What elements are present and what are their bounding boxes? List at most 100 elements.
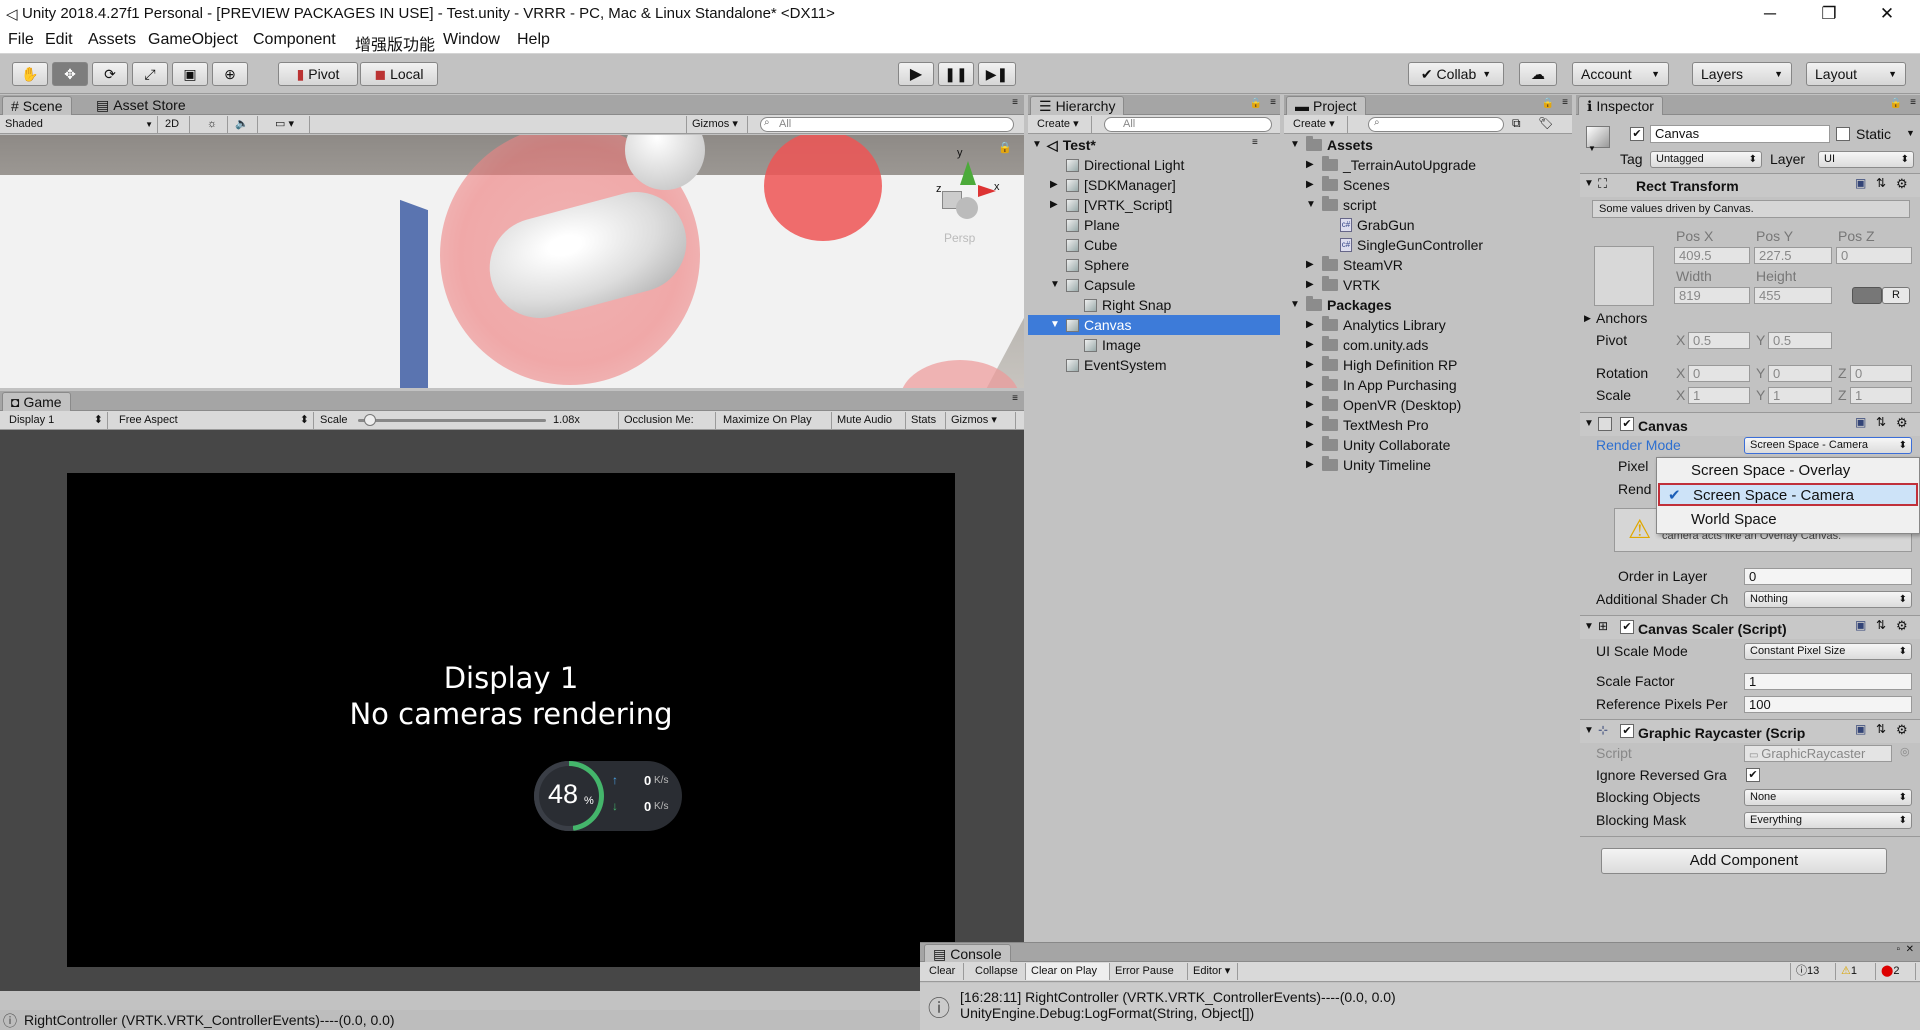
console-collapse-toggle[interactable]: Collapse (970, 963, 1026, 980)
blocking-mask-dropdown[interactable]: Everything (1744, 812, 1912, 829)
expand-arrow-icon[interactable]: ▶ (1306, 275, 1317, 295)
project-item[interactable]: c# SingleGunController (1340, 235, 1483, 255)
account-dropdown[interactable]: Account ▼ (1572, 62, 1669, 86)
hierarchy-search-input[interactable]: All (1104, 117, 1272, 132)
expand-arrow-icon[interactable]: ▶ (1306, 255, 1317, 275)
gameobject-name-input[interactable]: Canvas (1650, 125, 1830, 143)
gear-icon[interactable]: ⚙ (1896, 618, 1908, 634)
lock-icon[interactable]: 🔒 (1890, 98, 1902, 109)
object-picker-icon[interactable]: ◎ (1900, 745, 1910, 758)
orientation-gizmo-icon[interactable]: y x z (920, 147, 1010, 227)
game-view[interactable]: Display 1 No cameras rendering 48 % ↑ 0 … (67, 473, 955, 967)
tab-scene[interactable]: # Scene (2, 96, 72, 115)
scene-gizmos-dropdown[interactable]: Gizmos ▾ (686, 116, 748, 133)
menu-enhanced[interactable]: 增强版功能 (355, 31, 435, 55)
order-in-layer-field[interactable]: 0 (1744, 568, 1912, 585)
project-item[interactable]: ▶ OpenVR (Desktop) (1306, 395, 1461, 415)
move-tool-button[interactable]: ✥ (52, 62, 88, 86)
project-item[interactable]: ▶ Unity Collaborate (1306, 435, 1450, 455)
console-editor-dropdown[interactable]: Editor ▾ (1188, 963, 1238, 980)
occlusion-dropdown[interactable]: Occlusion Me: (618, 412, 716, 429)
reference-pixels-field[interactable]: 100 (1744, 696, 1912, 713)
project-item[interactable]: ▼ script (1306, 195, 1376, 215)
close-button[interactable]: ✕ (1863, 0, 1911, 28)
rect-transform-header[interactable] (1580, 173, 1920, 197)
play-button[interactable]: ▶ (898, 62, 934, 86)
gear-icon[interactable]: ⚙ (1896, 722, 1908, 738)
menu-component[interactable]: Component (253, 31, 336, 49)
panel-menu-icon[interactable]: ≡ (1270, 97, 1276, 108)
blocking-objects-dropdown[interactable]: None (1744, 789, 1912, 806)
maximize-icon[interactable]: ▫ (1896, 944, 1900, 955)
expand-arrow-icon[interactable]: ▼ (1032, 135, 1042, 155)
expand-arrow-icon[interactable]: ▼ (1290, 135, 1301, 155)
expand-arrow-icon[interactable]: ▼ (1050, 275, 1061, 295)
hierarchy-item-selected[interactable]: ▼ Canvas (1050, 315, 1131, 335)
project-item[interactable]: c# GrabGun (1340, 215, 1415, 235)
audio-toggle-icon[interactable]: 🔈 (230, 116, 258, 133)
expand-arrow-icon[interactable]: ▶ (1306, 155, 1317, 175)
project-item[interactable]: ▼ Assets (1290, 135, 1373, 155)
project-item[interactable]: ▶ VRTK (1306, 275, 1380, 295)
project-item[interactable]: ▶ TextMesh Pro (1306, 415, 1429, 435)
project-item[interactable]: ▶ Unity Timeline (1306, 455, 1431, 475)
cloud-button[interactable]: ☁ (1519, 62, 1557, 86)
tab-project[interactable]: ▬ Project (1286, 96, 1366, 115)
expand-arrow-icon[interactable]: ▶ (1050, 195, 1061, 215)
shading-mode-dropdown[interactable]: Shaded ▼ (0, 116, 158, 133)
foldout-arrow-icon[interactable]: ▼ (1584, 418, 1594, 429)
static-dropdown-icon[interactable]: ▼ (1906, 128, 1915, 138)
help-icon[interactable]: ▣ (1855, 618, 1866, 632)
tab-game[interactable]: ◘ Game (2, 392, 71, 411)
filter-label-icon[interactable]: 🏷 (1538, 116, 1553, 130)
hierarchy-item[interactable]: Sphere (1066, 255, 1129, 275)
pause-button[interactable]: ❚❚ (938, 62, 974, 86)
expand-arrow-icon[interactable]: ▼ (1306, 195, 1317, 215)
project-search-input[interactable] (1368, 117, 1504, 132)
stats-toggle[interactable]: Stats (906, 412, 946, 429)
panel-menu-icon[interactable]: ≡ (1910, 97, 1916, 108)
project-item[interactable]: ▶ _TerrainAutoUpgrade (1306, 155, 1476, 175)
layout-dropdown[interactable]: Layout ▼ (1806, 62, 1906, 86)
add-component-button[interactable]: Add Component (1601, 848, 1887, 874)
hierarchy-create-dropdown[interactable]: Create ▾ (1032, 116, 1092, 133)
projection-label[interactable]: Persp (944, 231, 975, 245)
menu-gameobject[interactable]: GameObject (148, 31, 238, 49)
display-dropdown[interactable]: Display 1 ⬍ (4, 412, 108, 429)
help-icon[interactable]: ▣ (1855, 722, 1866, 736)
layer-dropdown[interactable]: UI (1818, 151, 1914, 168)
scale-tool-button[interactable]: ⤢ (132, 62, 168, 86)
menu-edit[interactable]: Edit (45, 31, 73, 49)
foldout-arrow-icon[interactable]: ▼ (1584, 621, 1594, 632)
expand-arrow-icon[interactable]: ▶ (1306, 315, 1317, 335)
lock-icon[interactable]: 🔒 (1250, 98, 1262, 109)
hierarchy-item[interactable]: Image (1084, 335, 1141, 355)
local-toggle[interactable]: ◼ Local (360, 62, 438, 86)
lock-icon[interactable]: 🔒 (1542, 98, 1554, 109)
restore-button[interactable]: ❐ (1805, 0, 1853, 28)
gear-icon[interactable]: ⚙ (1896, 176, 1908, 192)
project-item[interactable]: ▶ SteamVR (1306, 255, 1403, 275)
anchor-preset-box[interactable] (1594, 246, 1654, 306)
active-checkbox[interactable]: ✔ (1630, 127, 1644, 141)
mute-audio-toggle[interactable]: Mute Audio (832, 412, 906, 429)
tab-inspector[interactable]: ℹ Inspector (1578, 96, 1663, 115)
project-item[interactable]: ▶ Analytics Library (1306, 315, 1446, 335)
layers-dropdown[interactable]: Layers ▼ (1692, 62, 1792, 86)
help-icon[interactable]: ▣ (1855, 415, 1866, 429)
render-mode-option[interactable]: Screen Space - Overlay (1657, 459, 1919, 482)
preset-icon[interactable]: ⇅ (1876, 176, 1886, 190)
rect-tool-button[interactable]: ▣ (172, 62, 208, 86)
hierarchy-item[interactable]: Cube (1066, 235, 1117, 255)
expand-arrow-icon[interactable]: ▶ (1306, 435, 1317, 455)
2d-toggle[interactable]: 2D (160, 116, 190, 133)
aspect-dropdown[interactable]: Free Aspect ⬍ (114, 412, 314, 429)
static-checkbox[interactable] (1836, 127, 1850, 141)
pivot-toggle[interactable]: ▮ Pivot (278, 62, 358, 86)
project-item[interactable]: ▶ High Definition RP (1306, 355, 1457, 375)
preset-icon[interactable]: ⇅ (1876, 618, 1886, 632)
hierarchy-item[interactable]: Right Snap (1084, 295, 1171, 315)
project-item[interactable]: ▶ com.unity.ads (1306, 335, 1428, 355)
scale-slider[interactable] (358, 414, 546, 426)
help-icon[interactable]: ▣ (1855, 176, 1866, 190)
